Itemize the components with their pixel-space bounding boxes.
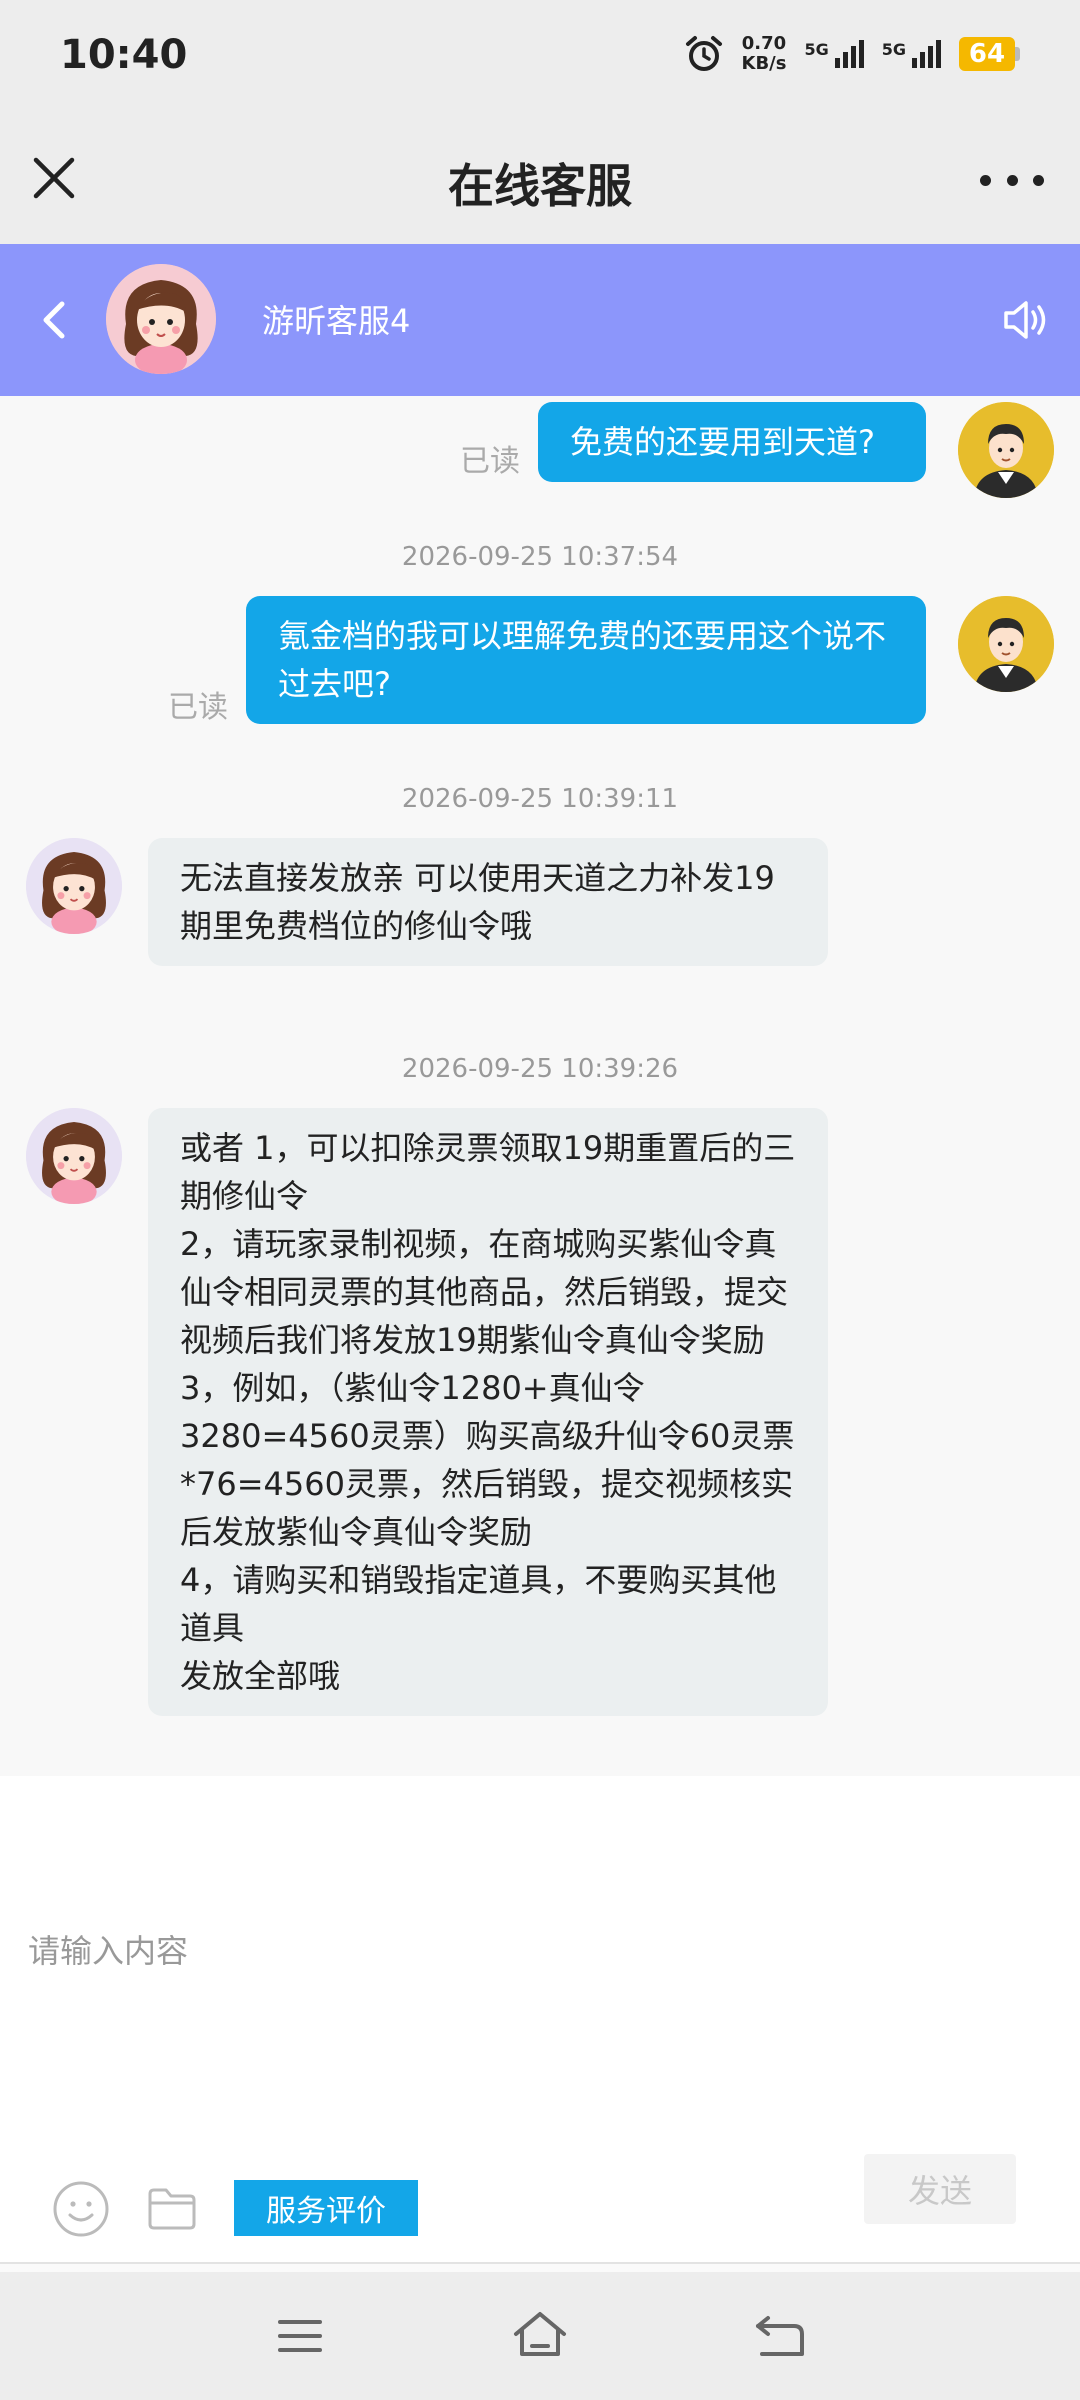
page-title: 在线客服 <box>448 159 632 213</box>
sim2-label: 5G <box>881 40 906 59</box>
message-timestamp: 2026-09-25 10:39:11 <box>401 784 679 814</box>
agent-avatar <box>26 838 122 934</box>
divider <box>0 2262 1080 2264</box>
read-status: 已读 <box>168 690 228 725</box>
menu-button[interactable] <box>270 2306 330 2366</box>
emoji-button[interactable] <box>52 2180 110 2238</box>
speaker-icon <box>1004 301 1046 339</box>
signal-icon-sim1: 5G <box>804 40 864 68</box>
agent-header: 游昕客服4 <box>0 244 1080 396</box>
message-bubble-incoming[interactable]: 或者 1，可以扣除灵票领取19期重置后的三期修仙令 2，请玩家录制视频，在商城购… <box>148 1108 828 1716</box>
message-bubble-outgoing[interactable]: 免费的还要用到天道? <box>538 402 926 482</box>
system-nav-bar <box>0 2272 1080 2400</box>
user-avatar <box>958 596 1054 692</box>
network-speed-unit: KB/s <box>741 53 787 74</box>
more-button[interactable] <box>980 160 1044 200</box>
agent-name: 游昕客服4 <box>262 302 411 340</box>
chat-area[interactable]: 已读 免费的还要用到天道? 2026-09-25 10:37:54 已读 氪金档… <box>0 396 1080 1776</box>
home-button[interactable] <box>510 2306 570 2366</box>
input-area: 服务评价 发送 <box>0 1776 1080 2262</box>
agent-avatar <box>106 264 216 374</box>
battery-level: 64 <box>959 37 1015 71</box>
message-input[interactable] <box>28 1926 1052 2126</box>
message-timestamp: 2026-09-25 10:39:26 <box>401 1054 679 1084</box>
home-icon <box>514 2312 566 2356</box>
menu-icon <box>278 2320 322 2352</box>
status-time: 10:40 <box>60 32 188 78</box>
network-speed-value: 0.70 <box>741 33 787 54</box>
alarm-icon <box>684 34 724 74</box>
title-bar: 在线客服 <box>0 120 1080 244</box>
back-arrow-icon <box>756 2316 804 2356</box>
agent-avatar <box>26 1108 122 1204</box>
status-bar: 10:40 0.70 KB/s 5G 5G 64 <box>0 0 1080 120</box>
back-button[interactable] <box>28 290 84 350</box>
back-nav-button[interactable] <box>750 2306 810 2366</box>
battery-icon: 64 <box>959 37 1020 71</box>
read-status: 已读 <box>460 444 520 479</box>
send-button[interactable]: 发送 <box>864 2154 1016 2224</box>
more-icon <box>980 174 991 186</box>
message-bubble-outgoing[interactable]: 氪金档的我可以理解免费的还要用这个说不过去吧? <box>246 596 926 724</box>
chevron-left-icon <box>43 301 65 339</box>
signal-icon-sim2: 5G <box>882 40 941 68</box>
message-bubble-incoming[interactable]: 无法直接发放亲 可以使用天道之力补发19期里免费档位的修仙令哦 <box>148 838 828 966</box>
user-avatar <box>958 402 1054 498</box>
input-toolbar: 服务评价 发送 <box>0 2154 1080 2262</box>
speaker-button[interactable] <box>994 288 1058 352</box>
file-button[interactable] <box>146 2184 198 2232</box>
rate-service-button[interactable]: 服务评价 <box>234 2180 418 2236</box>
status-icons: 0.70 KB/s 5G 5G 64 <box>684 34 1020 74</box>
sim1-label: 5G <box>804 40 829 59</box>
message-timestamp: 2026-09-25 10:37:54 <box>401 542 679 572</box>
emoji-icon <box>53 2181 109 2237</box>
folder-icon <box>148 2188 196 2230</box>
network-speed: 0.70 KB/s <box>742 34 787 74</box>
